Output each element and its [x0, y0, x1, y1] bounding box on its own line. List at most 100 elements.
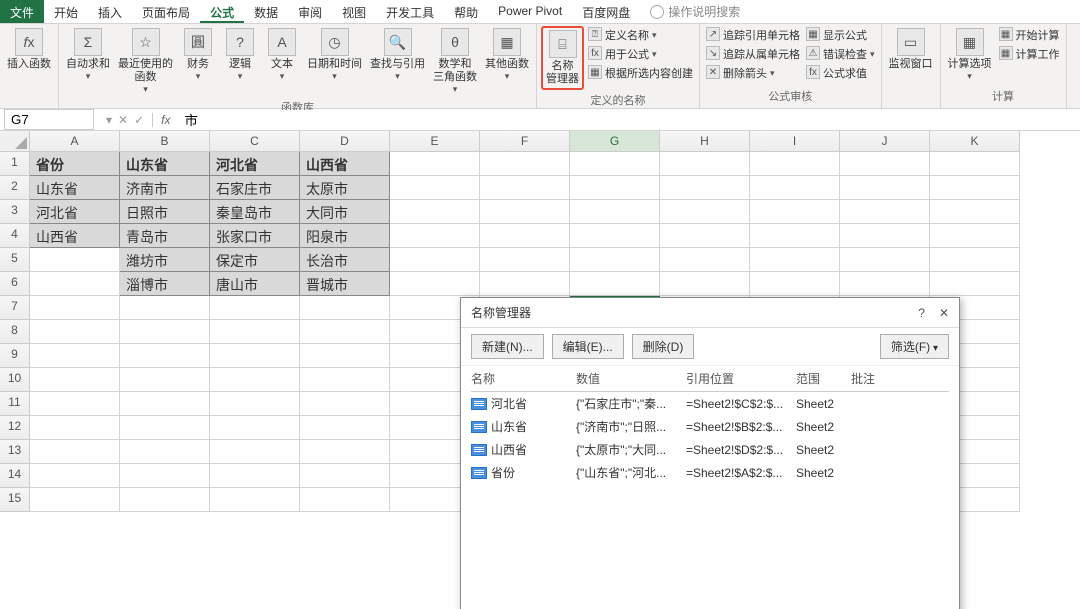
- tab-insert[interactable]: 插入: [88, 0, 132, 23]
- delete-name-button[interactable]: 删除(D): [632, 334, 695, 359]
- lookup-fn-button[interactable]: 🔍查找与引用▾: [367, 26, 428, 84]
- col-header[interactable]: E: [390, 131, 480, 152]
- tell-me[interactable]: 操作说明搜索: [650, 0, 740, 23]
- enter-icon[interactable]: ✓: [134, 113, 144, 127]
- col-header[interactable]: H: [660, 131, 750, 152]
- cell[interactable]: [480, 224, 570, 248]
- cell[interactable]: 阳泉市: [300, 224, 390, 248]
- tab-data[interactable]: 数据: [244, 0, 288, 23]
- cell[interactable]: [210, 344, 300, 368]
- formula-input[interactable]: [179, 110, 1080, 129]
- recent-fn-button[interactable]: ☆最近使用的 函数▾: [115, 26, 176, 97]
- cell[interactable]: [30, 272, 120, 296]
- help-button[interactable]: ?: [918, 306, 925, 320]
- dropdown-icon[interactable]: ▾: [106, 113, 112, 127]
- cell[interactable]: [480, 272, 570, 296]
- col-header[interactable]: F: [480, 131, 570, 152]
- cell[interactable]: [660, 152, 750, 176]
- cell[interactable]: [390, 152, 480, 176]
- cell[interactable]: [300, 392, 390, 416]
- cell[interactable]: [30, 488, 120, 512]
- cancel-icon[interactable]: ✕: [118, 113, 128, 127]
- edit-name-button[interactable]: 编辑(E)...: [552, 334, 624, 359]
- cell[interactable]: [120, 488, 210, 512]
- cell[interactable]: [570, 272, 660, 296]
- col-header[interactable]: I: [750, 131, 840, 152]
- cell[interactable]: [930, 248, 1020, 272]
- tab-help[interactable]: 帮助: [444, 0, 488, 23]
- cell[interactable]: [210, 488, 300, 512]
- cell[interactable]: [750, 248, 840, 272]
- cell[interactable]: [480, 152, 570, 176]
- use-in-formula-button[interactable]: fx用于公式 ▾: [586, 45, 695, 63]
- cell[interactable]: [120, 344, 210, 368]
- cell[interactable]: [660, 176, 750, 200]
- calc-sheet-button[interactable]: ▦计算工作: [997, 45, 1062, 63]
- select-all-corner[interactable]: [0, 131, 30, 152]
- tab-dev[interactable]: 开发工具: [376, 0, 444, 23]
- insert-function-button[interactable]: fx 插入函数: [4, 26, 54, 73]
- cell[interactable]: [210, 368, 300, 392]
- cell[interactable]: [390, 200, 480, 224]
- trace-dependents-button[interactable]: ↘追踪从属单元格: [704, 45, 802, 63]
- cell[interactable]: [120, 416, 210, 440]
- row-header[interactable]: 11: [0, 392, 30, 416]
- cell[interactable]: [750, 152, 840, 176]
- text-fn-button[interactable]: A文本▾: [262, 26, 302, 84]
- cell[interactable]: 青岛市: [120, 224, 210, 248]
- row-header[interactable]: 3: [0, 200, 30, 224]
- row-header[interactable]: 12: [0, 416, 30, 440]
- row-header[interactable]: 1: [0, 152, 30, 176]
- cell[interactable]: 山西省: [30, 224, 120, 248]
- cell[interactable]: [30, 344, 120, 368]
- cell[interactable]: [210, 440, 300, 464]
- col-header[interactable]: G: [570, 131, 660, 152]
- row-header[interactable]: 15: [0, 488, 30, 512]
- cell[interactable]: [300, 440, 390, 464]
- cell[interactable]: [30, 248, 120, 272]
- cell[interactable]: [210, 320, 300, 344]
- cell[interactable]: 河北省: [210, 152, 300, 176]
- cell[interactable]: [930, 272, 1020, 296]
- logic-fn-button[interactable]: ?逻辑▾: [220, 26, 260, 84]
- col-header[interactable]: B: [120, 131, 210, 152]
- cell[interactable]: 张家口市: [210, 224, 300, 248]
- cell[interactable]: [390, 272, 480, 296]
- col-header[interactable]: C: [210, 131, 300, 152]
- row-header[interactable]: 14: [0, 464, 30, 488]
- cell[interactable]: 保定市: [210, 248, 300, 272]
- cell[interactable]: 唐山市: [210, 272, 300, 296]
- col-header[interactable]: D: [300, 131, 390, 152]
- cell[interactable]: 日照市: [120, 200, 210, 224]
- cell[interactable]: [30, 440, 120, 464]
- row-header[interactable]: 7: [0, 296, 30, 320]
- tab-home[interactable]: 开始: [44, 0, 88, 23]
- cell[interactable]: [570, 176, 660, 200]
- evaluate-formula-button[interactable]: fx公式求值: [804, 64, 877, 82]
- row-header[interactable]: 9: [0, 344, 30, 368]
- cell[interactable]: [300, 344, 390, 368]
- new-name-button[interactable]: 新建(N)...: [471, 334, 544, 359]
- tab-view[interactable]: 视图: [332, 0, 376, 23]
- cell[interactable]: [300, 416, 390, 440]
- define-name-button[interactable]: ⍰定义名称 ▾: [586, 26, 695, 44]
- cell[interactable]: [570, 224, 660, 248]
- cell[interactable]: [480, 248, 570, 272]
- cell[interactable]: [30, 320, 120, 344]
- calc-options-button[interactable]: ▦计算选项▾: [945, 26, 995, 84]
- close-icon[interactable]: ✕: [939, 306, 949, 320]
- cell[interactable]: [660, 224, 750, 248]
- cell[interactable]: [660, 248, 750, 272]
- error-check-button[interactable]: ⚠错误检查 ▾: [804, 45, 877, 63]
- cell[interactable]: 太原市: [300, 176, 390, 200]
- fx-label[interactable]: fx: [153, 113, 178, 127]
- cell[interactable]: [210, 416, 300, 440]
- row-header[interactable]: 6: [0, 272, 30, 296]
- cell[interactable]: [840, 272, 930, 296]
- cell[interactable]: [480, 176, 570, 200]
- cell[interactable]: [30, 464, 120, 488]
- cell[interactable]: [120, 296, 210, 320]
- cell[interactable]: [120, 440, 210, 464]
- tab-formulas[interactable]: 公式: [200, 0, 244, 23]
- row-header[interactable]: 10: [0, 368, 30, 392]
